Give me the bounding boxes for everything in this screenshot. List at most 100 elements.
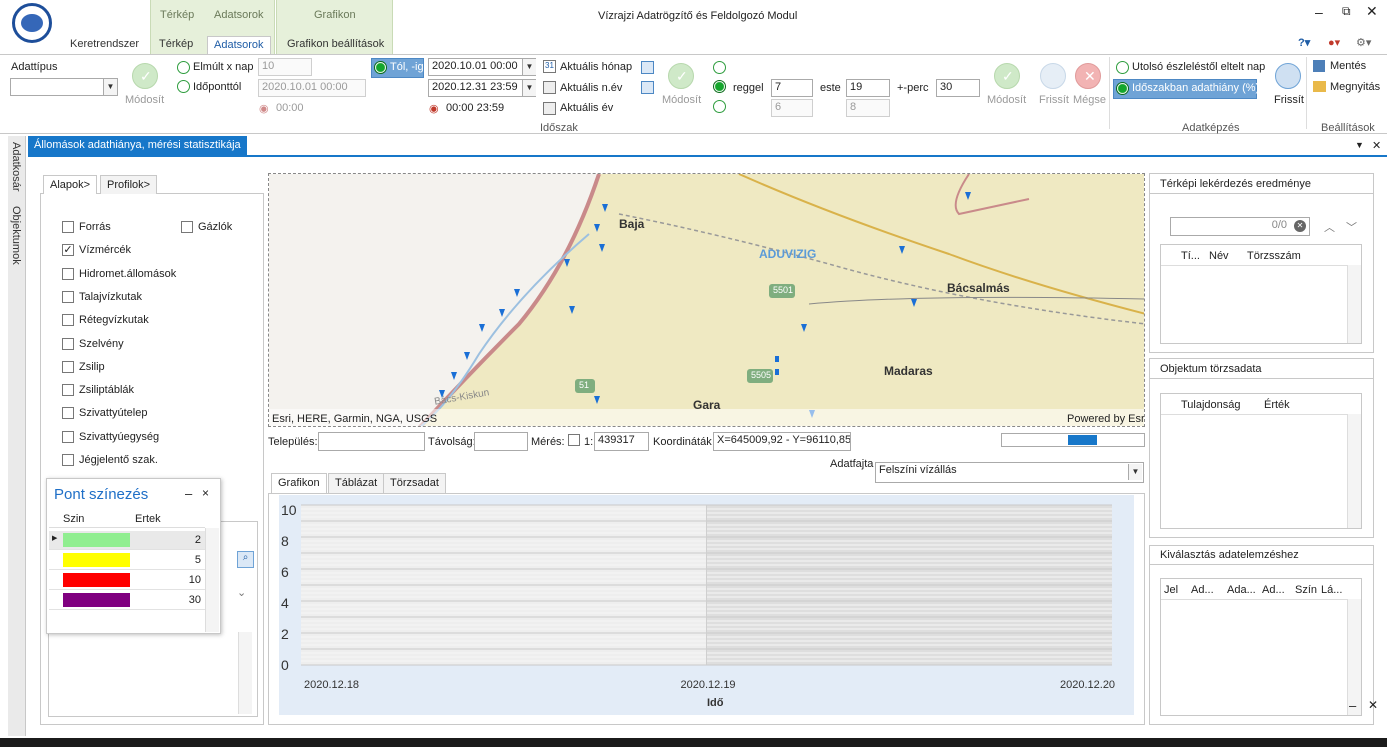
pont-minimize-button[interactable]: –	[185, 486, 192, 501]
scroll-track[interactable]	[238, 632, 252, 714]
y-tick-label: 4	[281, 595, 289, 611]
aktualis-ev-button[interactable]: Aktuális év	[560, 102, 613, 114]
nav-left-icon[interactable]	[641, 61, 654, 74]
layer-checkbox[interactable]	[62, 407, 74, 420]
pont-value[interactable]: 2	[165, 534, 201, 546]
color-swatch[interactable]	[63, 573, 130, 587]
layer-checkbox[interactable]: ✓	[62, 244, 74, 257]
frissit2-button[interactable]: Frissít	[1274, 94, 1304, 106]
panel-minimize-button[interactable]: –	[1349, 698, 1356, 713]
telepules-input[interactable]	[318, 432, 425, 451]
nav-right-icon[interactable]	[641, 81, 654, 94]
tavolsag-input[interactable]	[474, 432, 528, 451]
mentes-button[interactable]: Mentés	[1330, 60, 1366, 72]
calendar-icon: 31	[543, 60, 556, 73]
to-date-input[interactable]: 2020.12.31 23:59	[428, 79, 536, 97]
lek-scrollbar[interactable]	[1347, 265, 1361, 343]
elmult-radio[interactable]	[177, 61, 190, 74]
doc-menu-chevron-icon[interactable]: ▼	[1355, 140, 1364, 150]
help-icon[interactable]: ?▾	[1298, 36, 1310, 49]
document-tab[interactable]: Állomások adathiánya, mérési statisztiká…	[28, 136, 247, 156]
tab-alapok[interactable]: Alapok>	[43, 175, 98, 194]
frissit-button[interactable]: Frissít	[1039, 94, 1069, 106]
time-radio-3[interactable]	[713, 100, 726, 113]
scale-input[interactable]: 439317	[594, 432, 649, 451]
clear-search-icon[interactable]: ✕	[1294, 220, 1306, 232]
y-tick-label: 2	[281, 626, 289, 642]
meres-checkbox[interactable]	[568, 434, 580, 446]
layer-checkbox[interactable]	[62, 384, 74, 397]
layer-checkbox[interactable]	[62, 221, 74, 233]
megnyitas-button[interactable]: Megnyitás	[1330, 81, 1380, 93]
tab-grafikon-beallitasok[interactable]: Grafikon beállítások	[281, 36, 390, 55]
reggel-input-2[interactable]: 6	[771, 99, 813, 117]
lekerdezes-search[interactable]: 0/0	[1170, 217, 1310, 236]
layer-checkbox[interactable]	[62, 454, 74, 466]
user-icon[interactable]: ●▾	[1328, 36, 1340, 49]
tab-grafikon[interactable]: Grafikon	[271, 473, 327, 494]
layer-checkbox[interactable]	[62, 360, 74, 373]
chevron-down-icon[interactable]: ⌄	[237, 586, 246, 599]
settings-gear-icon[interactable]: ⚙▾	[1356, 36, 1371, 49]
search-button[interactable]: ⌕	[237, 551, 254, 568]
time-radio-2[interactable]	[713, 80, 726, 93]
obj-scrollbar[interactable]	[1347, 414, 1361, 528]
adattipus-select[interactable]: ▼	[10, 78, 118, 96]
pont-value[interactable]: 10	[165, 574, 201, 586]
map-canvas[interactable]	[269, 174, 1145, 427]
este-input-2[interactable]: 8	[846, 99, 890, 117]
layer-checkbox[interactable]	[62, 267, 74, 280]
panel-close-button[interactable]: ✕	[1368, 698, 1378, 712]
from-date-dropdown[interactable]: ▼	[522, 59, 536, 75]
side-tab-adatkosar[interactable]: Adatkosár	[10, 142, 22, 192]
color-swatch[interactable]	[63, 533, 130, 547]
layer-checkbox[interactable]	[62, 337, 74, 350]
chevron-up-icon[interactable]: ︿	[1324, 219, 1335, 235]
layer-checkbox[interactable]	[62, 430, 74, 443]
pont-value[interactable]: 30	[165, 594, 201, 606]
pont-close-button[interactable]: ×	[202, 486, 209, 500]
pont-scrollbar[interactable]	[205, 528, 219, 632]
minimize-button[interactable]: –	[1315, 4, 1323, 20]
close-button[interactable]: ✕	[1366, 3, 1378, 20]
chart-svg[interactable]: 10 8 6 4 2 0 2020.12.18 2020.12.19 2020.12.20 Idő	[279, 495, 1134, 715]
from-date-input[interactable]: 2020.10.01 00:00	[428, 58, 536, 76]
tab-profilok[interactable]: Profilok>	[100, 175, 158, 194]
color-swatch[interactable]	[63, 553, 130, 567]
side-tab-objektumok[interactable]: Objektumok	[10, 206, 22, 265]
este-input[interactable]: 19	[846, 79, 890, 97]
layer-checkbox[interactable]	[62, 290, 74, 303]
reggel-input[interactable]: 7	[771, 79, 813, 97]
tab-tablazat[interactable]: Táblázat	[328, 473, 385, 494]
pont-value[interactable]: 5	[165, 554, 201, 566]
aktualis-honap-button[interactable]: Aktuális hónap	[560, 61, 632, 73]
perc-input[interactable]: 30	[936, 79, 980, 97]
megse-button[interactable]: Mégse	[1073, 94, 1106, 106]
aktualis-nev-button[interactable]: Aktuális n.év	[560, 82, 622, 94]
adatfajta-dropdown-icon[interactable]: ▼	[1128, 464, 1142, 480]
chevron-down-icon[interactable]: ﹀	[1346, 219, 1357, 235]
modosit3-button[interactable]: Módosít	[987, 94, 1026, 106]
time-radio-1[interactable]	[713, 61, 726, 74]
modosit2-button[interactable]: Módosít	[662, 94, 701, 106]
tab-torzsadat[interactable]: Törzsadat	[383, 473, 446, 494]
modosit-button[interactable]: Módosít	[125, 94, 164, 106]
tab-keretrendszer[interactable]: Keretrendszer	[64, 36, 145, 55]
gazlok-checkbox[interactable]	[181, 221, 193, 233]
layer-checkbox[interactable]	[62, 314, 74, 327]
tol-ig-radio[interactable]	[374, 61, 387, 74]
color-swatch[interactable]	[63, 593, 130, 607]
adatfajta-select[interactable]: Felszíni vízállás	[875, 462, 1144, 483]
tab-terkep[interactable]: Térkép	[153, 36, 199, 55]
idopont-input[interactable]: 2020.10.01 00:00	[258, 79, 366, 97]
app-logo	[12, 3, 52, 43]
tab-adatsorok[interactable]: Adatsorok	[207, 36, 271, 55]
doc-close-icon[interactable]: ✕	[1372, 139, 1381, 152]
idopont-radio[interactable]	[177, 80, 190, 93]
restore-button[interactable]: ⧉	[1342, 4, 1351, 19]
to-date-dropdown[interactable]: ▼	[522, 80, 536, 96]
elmult-input[interactable]: 10	[258, 58, 312, 76]
utolso-radio[interactable]	[1116, 61, 1129, 74]
idoszak-adathiany-label: Időszakban adathiány (%)	[1132, 82, 1260, 94]
idoszak-adathiany-radio[interactable]	[1116, 82, 1129, 95]
